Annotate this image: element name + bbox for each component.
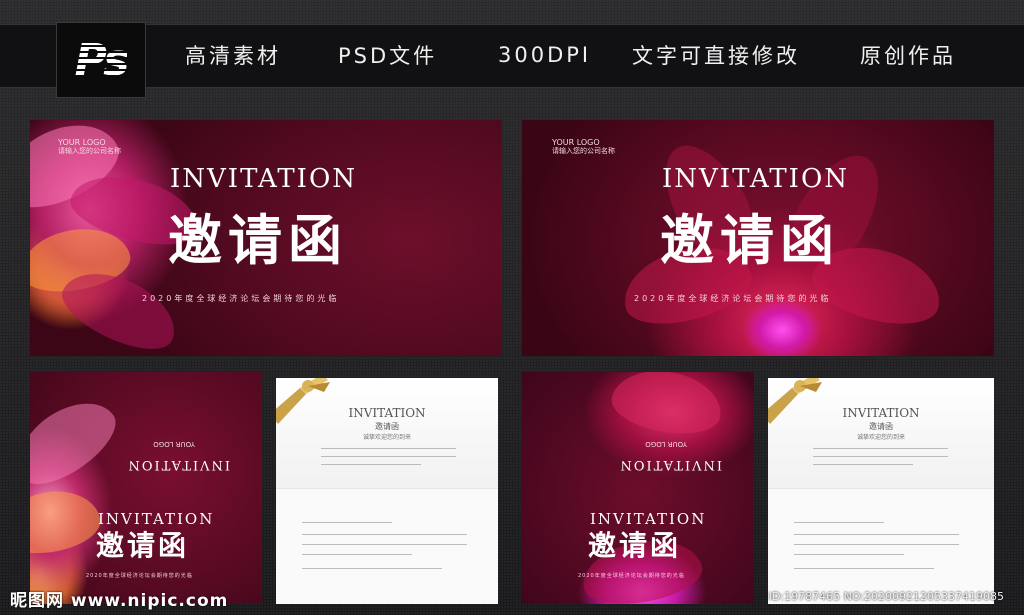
feature-original: 原创作品 <box>860 44 956 68</box>
invitation-subtitle: 2020年度全球经济论坛会期待您的光临 <box>86 573 193 579</box>
card-text-line <box>321 448 456 449</box>
feature-psd: PSD文件 <box>338 44 438 68</box>
invitation-subtitle: 2020年度全球经济论坛会期待您的光临 <box>142 294 340 303</box>
card-bottom-half <box>768 488 994 604</box>
card-text-line <box>321 456 456 457</box>
logo-placeholder: YOUR LOGO 请输入您的公司名称 <box>552 138 615 155</box>
card-title-cn: 邀请函 <box>375 422 399 431</box>
card-text-line <box>794 522 884 523</box>
card-text-line <box>813 448 948 449</box>
card-text-line <box>302 544 467 545</box>
flower-petal-shape <box>30 483 105 561</box>
card-bottom-half <box>276 488 498 604</box>
invitation-card-inside-2: INVITATION 邀请函 诚挚欢迎您的到来 <box>768 378 994 604</box>
card-text-line <box>321 464 421 465</box>
card-text-line <box>302 554 412 555</box>
card-text-line <box>813 464 913 465</box>
invitation-title-cn: 邀请函 <box>168 209 348 272</box>
invitation-title-cn: 邀请函 <box>588 529 682 562</box>
ps-logo-text: Ps <box>74 34 130 86</box>
invitation-title-cn: 邀请函 <box>96 529 190 562</box>
card-title-en: INVITATION <box>842 406 920 420</box>
feature-editable: 文字可直接修改 <box>632 44 800 68</box>
invitation-title-cn: 邀请函 <box>660 209 840 272</box>
card-text-line <box>302 568 442 569</box>
card-text-line <box>302 522 392 523</box>
invitation-fold-cover-1: INVITATION YOUR LOGO INVITATION 邀请函 2020… <box>30 372 262 604</box>
card-text-line <box>794 534 959 535</box>
logo-placeholder: YOUR LOGO 请输入您的公司名称 <box>58 138 121 155</box>
card-text-line <box>794 544 959 545</box>
card-title-cn: 邀请函 <box>869 422 893 431</box>
card-title-en: INVITATION <box>348 406 426 420</box>
invitation-fold-cover-2: INVITATION YOUR LOGO INVITATION 邀请函 2020… <box>522 372 754 604</box>
invitation-cover-2: YOUR LOGO 请输入您的公司名称 INVITATION 邀请函 2020年… <box>522 120 994 356</box>
feature-dpi: 300DPI <box>498 43 592 67</box>
card-greeting: 诚挚欢迎您的到来 <box>856 434 905 441</box>
mirrored-back-text: INVITATION YOUR LOGO <box>618 440 722 472</box>
card-text-line <box>813 456 948 457</box>
invitation-subtitle: 2020年度全球经济论坛会期待您的光临 <box>578 573 685 579</box>
photoshop-logo: Ps <box>56 22 146 98</box>
card-text-line <box>302 534 467 535</box>
invitation-subtitle: 2020年度全球经济论坛会期待您的光临 <box>634 294 832 303</box>
image-id-watermark: ID:19787465 NO:20200921205337419085 <box>768 590 1004 603</box>
invitation-title-en: INVITATION <box>170 164 358 194</box>
invitation-cover-1: YOUR LOGO 请输入您的公司名称 INVITATION 邀请函 2020年… <box>30 120 502 356</box>
nipic-watermark: 昵图网 www.nipic.com <box>10 591 229 611</box>
card-greeting: 诚挚欢迎您的到来 <box>362 434 411 441</box>
card-text-line <box>794 554 904 555</box>
feature-hd: 高清素材 <box>185 44 281 68</box>
invitation-card-inside-1: INVITATION 邀请函 诚挚欢迎您的到来 <box>276 378 498 604</box>
invitation-title-en: INVITATION <box>662 164 850 194</box>
mirrored-back-text: INVITATION YOUR LOGO <box>126 440 230 472</box>
card-text-line <box>794 568 934 569</box>
